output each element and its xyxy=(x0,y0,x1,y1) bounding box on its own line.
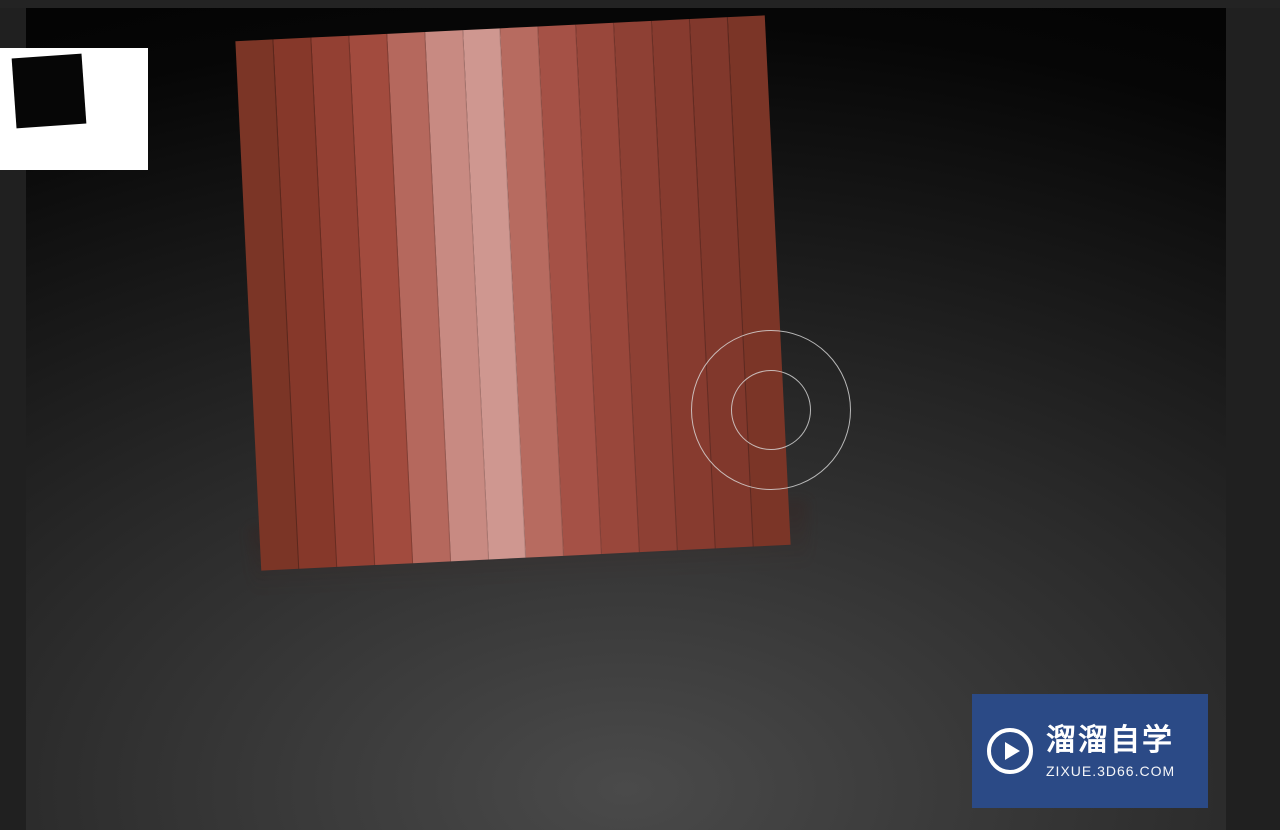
mini-navigator-thumb xyxy=(12,54,87,129)
top-toolbar-strip xyxy=(0,0,1280,8)
mini-navigator[interactable] xyxy=(0,48,148,170)
watermark-subtitle: ZIXUE.3D66.COM xyxy=(1046,763,1175,780)
watermark-title: 溜溜自学 xyxy=(1046,723,1175,759)
mesh-faces xyxy=(235,15,790,570)
play-circle-icon xyxy=(986,727,1034,775)
cylinder-mesh[interactable] xyxy=(235,15,790,570)
watermark: 溜溜自学 ZIXUE.3D66.COM xyxy=(972,694,1208,808)
